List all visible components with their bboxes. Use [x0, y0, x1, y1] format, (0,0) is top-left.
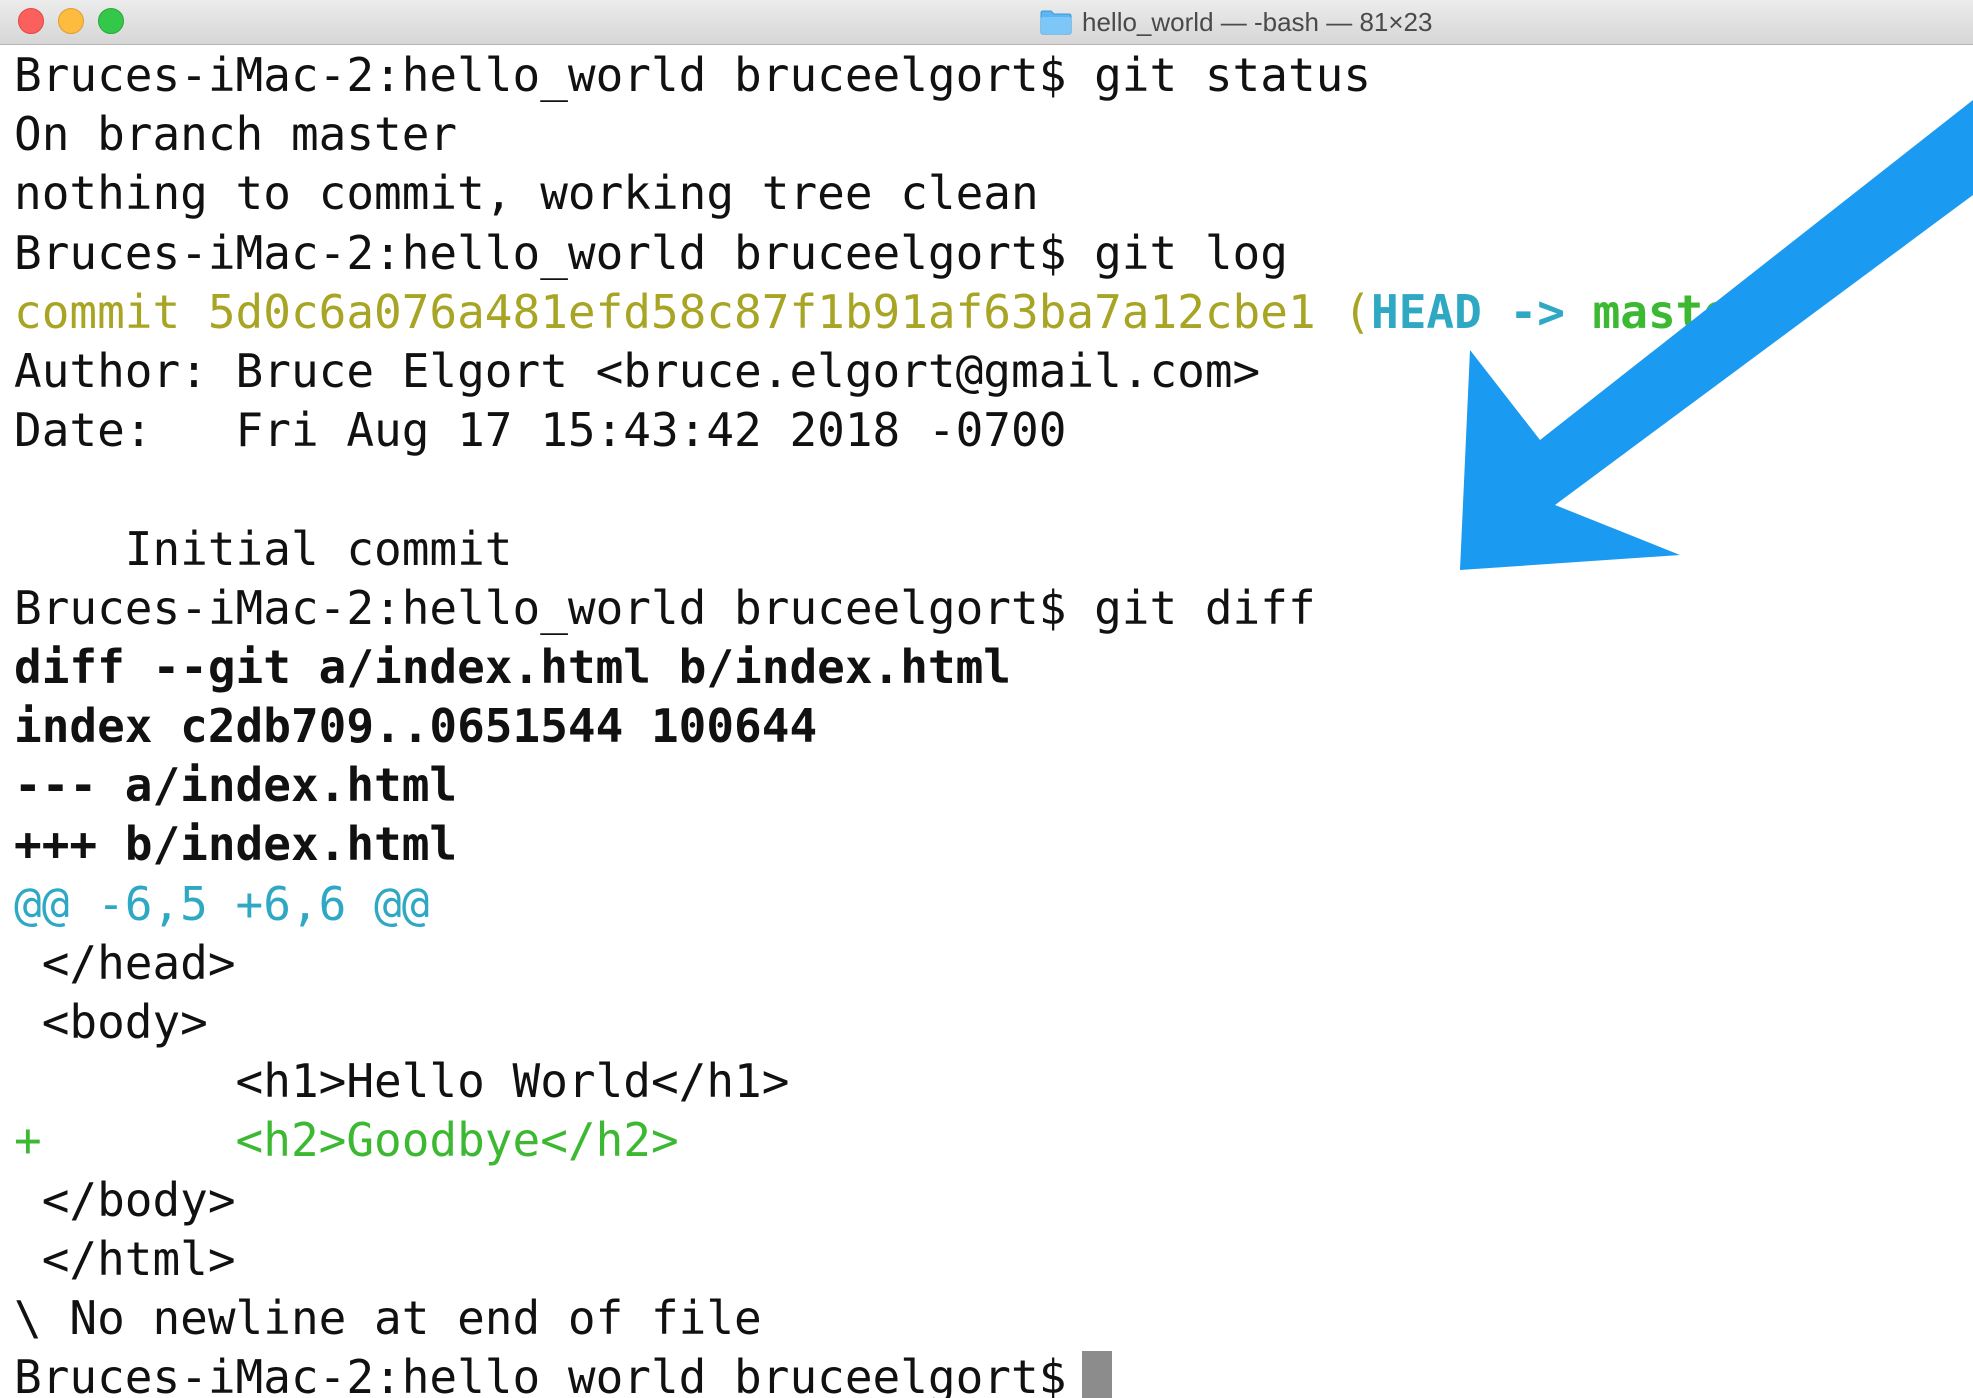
ref-paren-open: (: [1343, 284, 1372, 339]
terminal-line: Bruces-iMac-2:hello_world bruceelgort$ g…: [14, 580, 1316, 635]
terminal-line: Bruces-iMac-2:hello_world bruceelgort$ g…: [14, 225, 1288, 280]
prompt-text: Bruces-iMac-2:hello_world bruceelgort$: [14, 1350, 1067, 1398]
terminal-line: On branch master: [14, 107, 458, 162]
title-bar[interactable]: hello_world — -bash — 81×23: [0, 0, 1973, 45]
commit-hash: commit 5d0c6a076a481efd58c87f1b91af63ba7…: [14, 284, 1344, 339]
commit-line: commit 5d0c6a076a481efd58c87f1b91af63ba7…: [14, 283, 1973, 342]
terminal-window: hello_world — -bash — 81×23 Bruces-iMac-…: [0, 0, 1973, 1398]
diff-context-line: <body>: [14, 995, 208, 1049]
diff-header-line: index c2db709..0651544 100644: [14, 699, 818, 754]
prompt-line[interactable]: Bruces-iMac-2:hello_world bruceelgort$: [14, 1348, 1973, 1398]
terminal-line: Author: Bruce Elgort <bruce.elgort@gmail…: [14, 343, 1261, 398]
diff-header-line: diff --git a/index.html b/index.html: [14, 639, 1011, 694]
diff-header-line: --- a/index.html: [14, 758, 458, 813]
minimize-button[interactable]: [58, 8, 84, 34]
terminal-line: nothing to commit, working tree clean: [14, 166, 1039, 221]
terminal-line: Initial commit: [14, 521, 513, 576]
diff-context-line: </body>: [14, 1172, 236, 1227]
folder-icon: [1040, 9, 1072, 35]
window-title: hello_world — -bash — 81×23: [1040, 6, 1432, 38]
text-cursor: [1082, 1351, 1113, 1398]
hunk-header-line: @@ -6,5 +6,6 @@: [14, 876, 430, 931]
diff-added-line: + <h2>Goodbye</h2>: [14, 1113, 679, 1168]
zoom-button[interactable]: [98, 8, 124, 34]
diff-context-line: <h1>Hello World</h1>: [14, 1054, 790, 1109]
head-ref: HEAD ->: [1371, 284, 1593, 339]
terminal-line: \ No newline at end of file: [14, 1290, 762, 1345]
terminal-line: Bruces-iMac-2:hello_world bruceelgort$ g…: [14, 48, 1372, 102]
diff-context-line: </html>: [14, 1231, 236, 1286]
diff-context-line: </head>: [14, 935, 236, 990]
branch-ref: master: [1592, 284, 1759, 339]
terminal-line: Date: Fri Aug 17 15:43:42 2018 -0700: [14, 403, 1067, 458]
window-title-text: hello_world — -bash — 81×23: [1082, 6, 1433, 37]
close-button[interactable]: [18, 8, 44, 34]
diff-header-line: +++ b/index.html: [14, 817, 458, 872]
terminal-output[interactable]: Bruces-iMac-2:hello_world bruceelgort$ g…: [0, 46, 1973, 1398]
ref-paren-close: ): [1758, 284, 1787, 339]
